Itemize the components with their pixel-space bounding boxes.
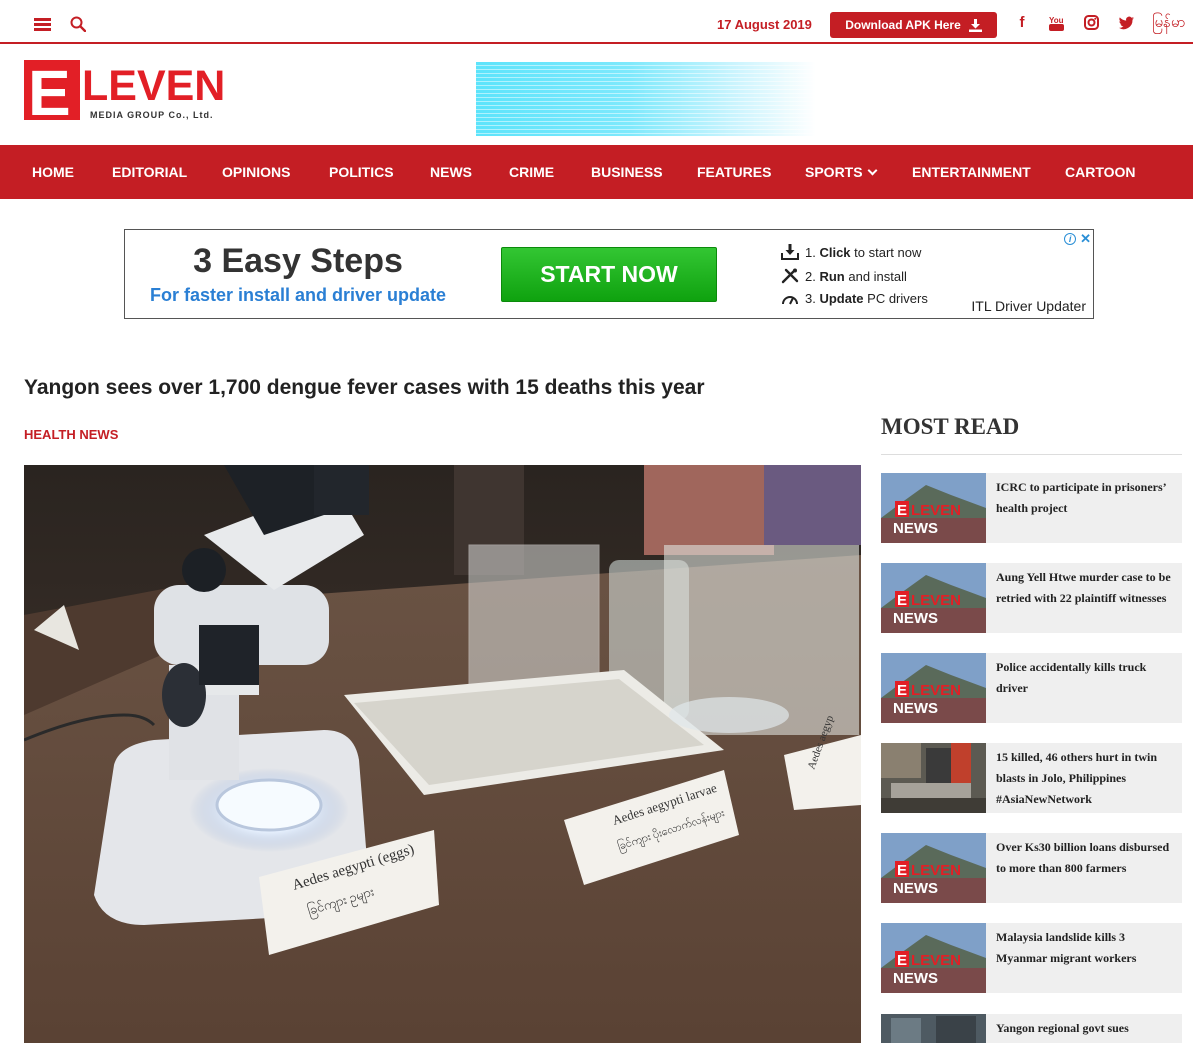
most-read-item[interactable]: E LEVEN NEWS Aung Yell Htwe murder case … <box>881 563 1182 633</box>
most-read-title-text[interactable]: Aung Yell Htwe murder case to be retried… <box>996 567 1178 609</box>
news-thumbnail: E LEVEN NEWS <box>881 473 986 543</box>
microscope-photo: Aedes aegypti (eggs) ခြင်ကျား ဥများ Aede… <box>24 465 861 1043</box>
logo-mark: E <box>24 57 80 129</box>
thumb-word: LEVEN <box>911 952 961 969</box>
thumb-news: NEWS <box>893 520 938 537</box>
news-thumbnail: E LEVEN NEWS <box>881 653 986 723</box>
download-apk-label: Download APK Here <box>845 18 961 32</box>
thumb-news: NEWS <box>893 880 938 897</box>
nav-sports[interactable]: SPORTS <box>805 164 878 180</box>
article-category[interactable]: HEALTH NEWS <box>24 427 118 442</box>
most-read-title-text[interactable]: Malaysia landslide kills 3 Myanmar migra… <box>996 927 1178 969</box>
top-bar: 17 August 2019 Download APK Here f You မ… <box>0 0 1193 44</box>
most-read-item[interactable]: E LEVEN NEWS ICRC to participate in pris… <box>881 473 1182 543</box>
most-read-title-text[interactable]: 15 killed, 46 others hurt in twin blasts… <box>996 747 1178 810</box>
nav-entertainment[interactable]: ENTERTAINMENT <box>912 164 1031 180</box>
news-thumbnail: E LEVEN NEWS <box>881 833 986 903</box>
ad-headline: 3 Easy Steps <box>193 242 403 280</box>
most-read-item[interactable]: E LEVEN NEWS Police accidentally kills t… <box>881 653 1182 723</box>
thumb-news: NEWS <box>893 610 938 627</box>
most-read-item[interactable]: E LEVEN NEWS Over Ks30 billion loans dis… <box>881 833 1182 903</box>
article-title: Yangon sees over 1,700 dengue fever case… <box>24 376 705 399</box>
nav-features[interactable]: FEATURES <box>697 164 771 180</box>
thumb-word: LEVEN <box>911 502 961 519</box>
news-thumbnail: E LEVEN NEWS <box>881 923 986 993</box>
most-read-title-text[interactable]: ICRC to participate in prisoners’ health… <box>996 477 1178 519</box>
header-banner-ad[interactable] <box>476 62 816 136</box>
news-thumbnail-photo <box>881 743 986 813</box>
most-read-title-text[interactable]: Yangon regional govt sues <box>996 1018 1178 1039</box>
nav-editorial[interactable]: EDITORIAL <box>112 164 187 180</box>
nav-home[interactable]: HOME <box>32 164 74 180</box>
svg-text:You: You <box>1049 16 1064 25</box>
language-switch[interactable]: မြန်မာ <box>1152 13 1186 35</box>
main-nav: HOME EDITORIAL OPINIONS POLITICS NEWS CR… <box>0 145 1193 199</box>
download-apk-button[interactable]: Download APK Here <box>830 12 997 38</box>
news-thumbnail: E LEVEN NEWS <box>881 563 986 633</box>
thumb-news: NEWS <box>893 700 938 717</box>
chevron-down-icon <box>867 165 878 176</box>
thumb-letter: E <box>897 862 907 879</box>
most-read-divider <box>881 454 1182 455</box>
thumb-word: LEVEN <box>911 862 961 879</box>
ad-step-3: 3. Update PC drivers <box>781 290 928 306</box>
nav-business[interactable]: BUSINESS <box>591 164 663 180</box>
youtube-icon[interactable]: You <box>1048 14 1066 32</box>
nav-sports-label: SPORTS <box>805 164 863 180</box>
nav-politics[interactable]: POLITICS <box>329 164 394 180</box>
thumb-news: NEWS <box>893 970 938 987</box>
thumb-letter: E <box>897 502 907 519</box>
nav-cartoon[interactable]: CARTOON <box>1065 164 1136 180</box>
adchoices-icon[interactable]: i <box>1064 233 1077 245</box>
most-read-item[interactable]: Yangon regional govt sues <box>881 1014 1182 1043</box>
news-thumbnail-photo <box>881 1014 986 1043</box>
most-read-title-text[interactable]: Police accidentally kills truck driver <box>996 657 1178 699</box>
menu-icon[interactable] <box>34 18 51 31</box>
most-read-title-text[interactable]: Over Ks30 billion loans disbursed to mor… <box>996 837 1178 879</box>
most-read-item[interactable]: 15 killed, 46 others hurt in twin blasts… <box>881 743 1182 813</box>
ad-controls: i ✕ <box>1064 231 1091 247</box>
ad-step-2: 2. Run and install <box>781 268 907 284</box>
facebook-icon[interactable]: f <box>1013 14 1031 32</box>
most-read-item[interactable]: E LEVEN NEWS Malaysia landslide kills 3 … <box>881 923 1182 993</box>
ad-subline: For faster install and driver update <box>149 285 447 305</box>
driver-updater-ad[interactable]: 3 Easy Steps For faster install and driv… <box>124 229 1094 319</box>
instagram-icon[interactable] <box>1083 14 1101 32</box>
logo-subtitle: MEDIA GROUP Co., Ltd. <box>90 110 214 120</box>
download-icon <box>968 18 982 32</box>
twitter-icon[interactable] <box>1118 14 1136 32</box>
thumb-letter: E <box>897 682 907 699</box>
nav-opinions[interactable]: OPINIONS <box>222 164 290 180</box>
thumb-word: LEVEN <box>911 682 961 699</box>
thumb-letter: E <box>897 592 907 609</box>
most-read-title: MOST READ <box>881 414 1020 439</box>
search-icon[interactable] <box>70 16 86 32</box>
logo-letter: E <box>28 57 71 129</box>
tools-icon <box>781 268 799 284</box>
current-date: 17 August 2019 <box>717 17 812 32</box>
thumb-word: LEVEN <box>911 592 961 609</box>
thumb-letter: E <box>897 952 907 969</box>
site-logo[interactable]: E LEVEN MEDIA GROUP Co., Ltd. <box>24 57 248 129</box>
gauge-icon <box>782 296 798 305</box>
article-hero-image: Aedes aegypti (eggs) ခြင်ကျား ဥများ Aede… <box>24 465 861 1043</box>
ad-close-icon[interactable]: ✕ <box>1080 231 1091 247</box>
ad-brand: ITL Driver Updater <box>971 298 1086 314</box>
ad-start-button[interactable]: START NOW <box>501 247 717 302</box>
ad-step-1: 1. Click to start now <box>781 244 921 260</box>
nav-crime[interactable]: CRIME <box>509 164 554 180</box>
nav-news[interactable]: NEWS <box>430 164 472 180</box>
logo-word: LEVEN <box>82 62 226 110</box>
download-icon <box>781 244 799 260</box>
